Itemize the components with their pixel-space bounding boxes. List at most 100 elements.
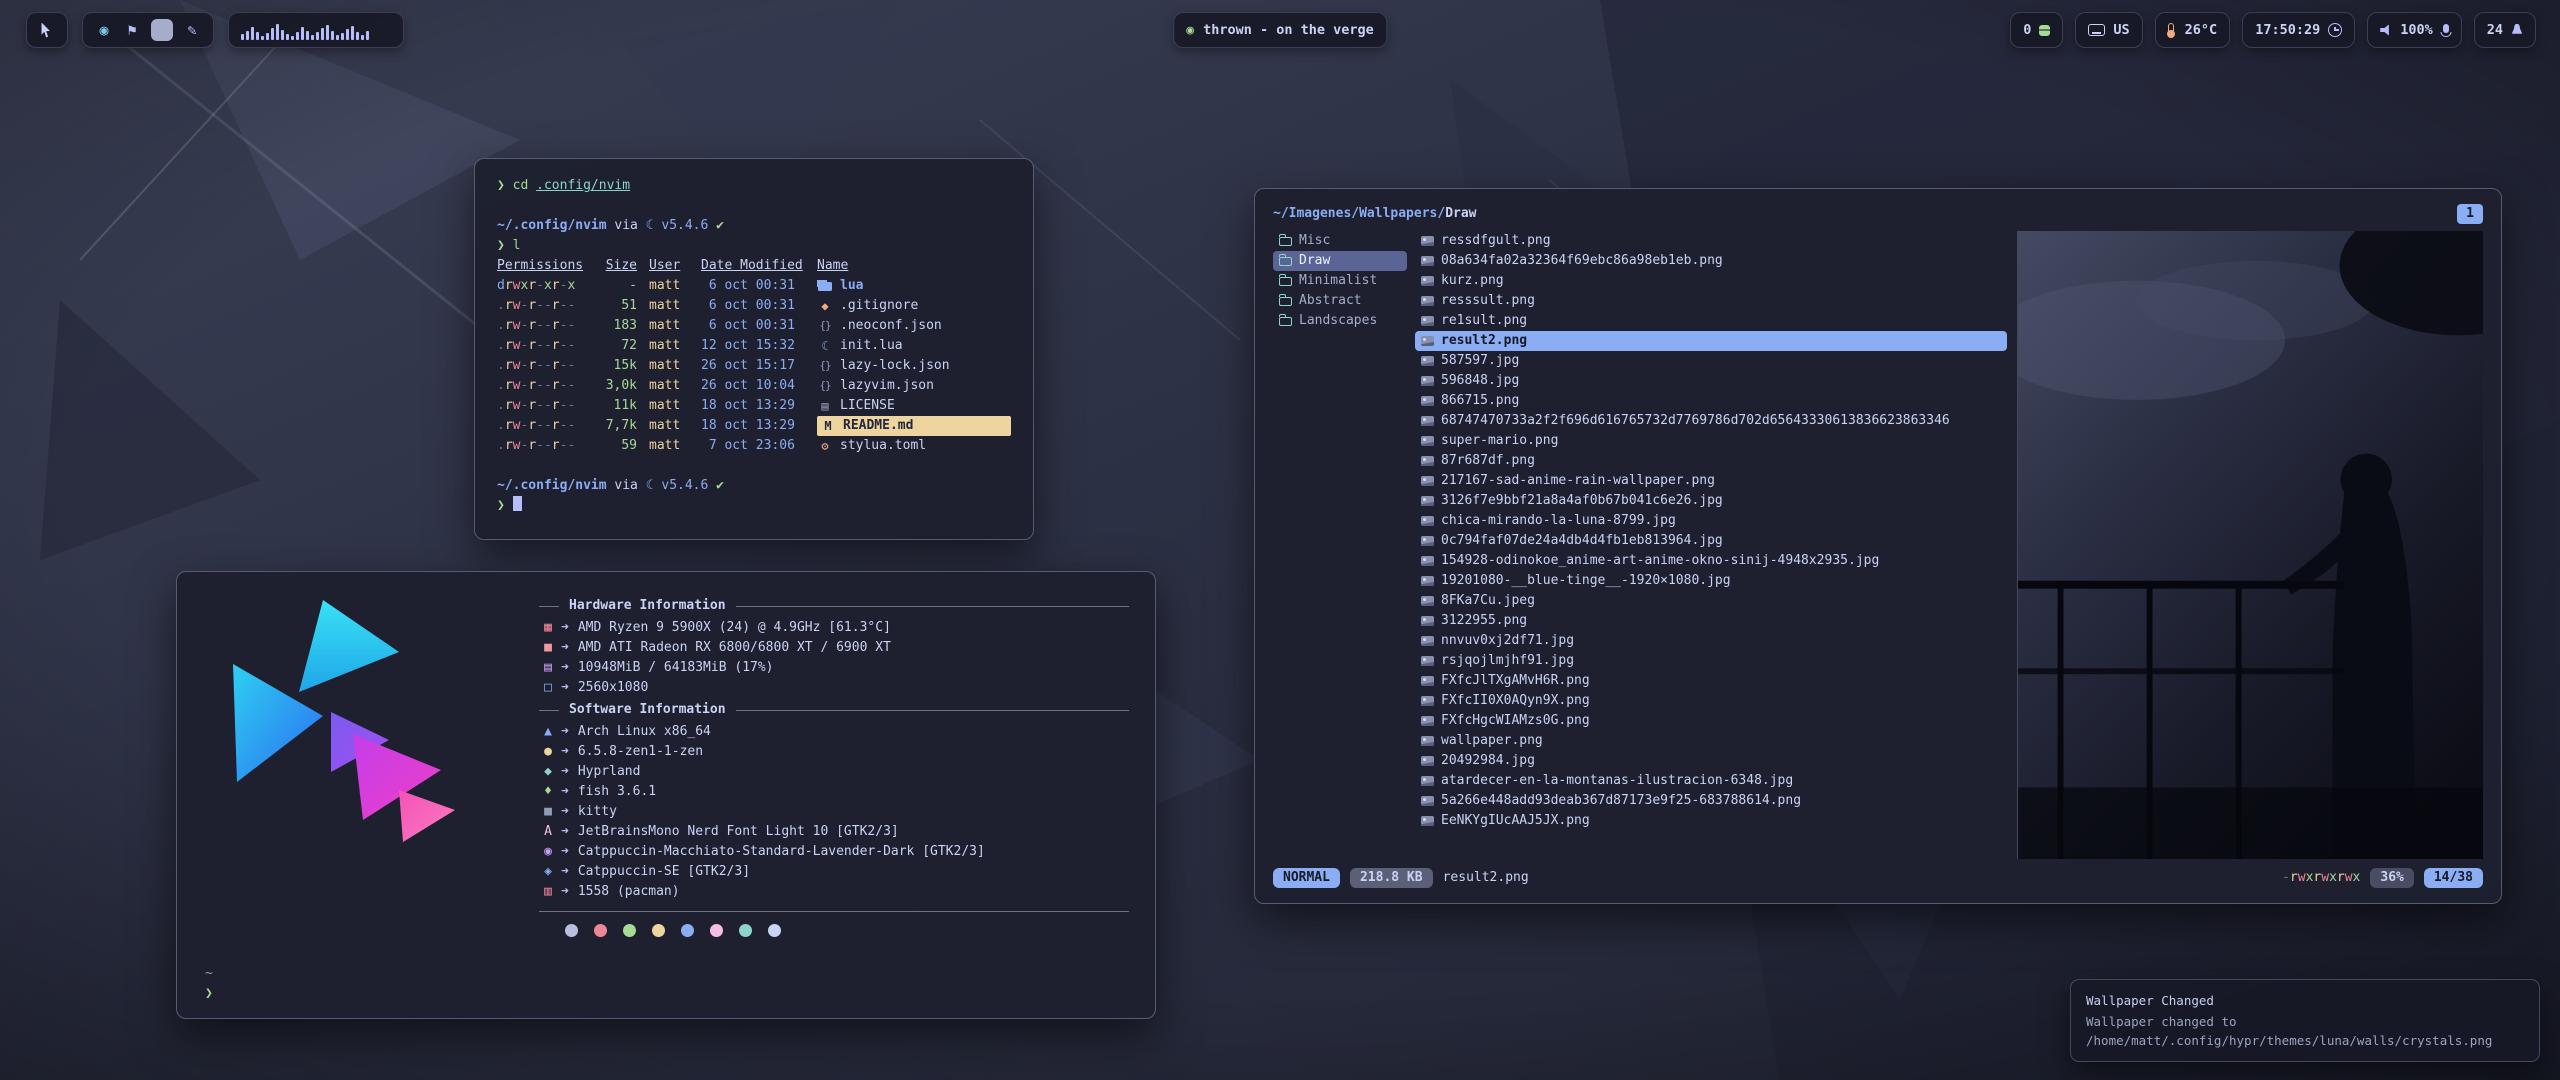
file-item[interactable]: super-mario.png xyxy=(1415,431,2007,451)
file-item[interactable]: result2.png xyxy=(1415,331,2007,351)
file-permissions: .rw-r--r-- xyxy=(497,336,585,356)
directory-item[interactable]: Misc xyxy=(1273,231,1407,251)
file-date: 18 oct 13:29 xyxy=(701,396,805,416)
file-name: 5a266e448add93deab367d87173e9f25-6837886… xyxy=(1441,791,1801,811)
file-item[interactable]: FXfcJlTXgAMvH6R.png xyxy=(1415,671,2007,691)
directory-item[interactable]: Minimalist xyxy=(1273,271,1407,291)
clock-icon xyxy=(2328,23,2342,37)
file-item[interactable]: ressdfgult.png xyxy=(1415,231,2007,251)
fetch-terminal-window[interactable]: Hardware Information ▦ ➜ AMD Ryzen 9 590… xyxy=(176,571,1156,1019)
file-size: 59 xyxy=(597,436,637,456)
fetch-shell-prompt[interactable]: ~ ❯ xyxy=(205,964,213,1004)
app-launcher-button[interactable] xyxy=(26,12,68,48)
notifications-module[interactable]: 24 xyxy=(2474,12,2536,48)
arrow-icon: ➜ xyxy=(561,842,569,862)
file-item[interactable]: 0c794faf07de24a4db4d4fb1eb813964.jpg xyxy=(1415,531,2007,551)
media-icon: ◉ xyxy=(1186,23,1194,38)
file-item[interactable]: 87r687df.png xyxy=(1415,451,2007,471)
file-name: kurz.png xyxy=(1441,271,1504,291)
palette-dot xyxy=(739,924,752,937)
visualizer-bar xyxy=(341,33,344,40)
prompt-symbol: ❯ xyxy=(497,178,505,193)
media-player-pill[interactable]: ◉ thrown - on the verge xyxy=(1173,12,1387,48)
volume-module[interactable]: 100% xyxy=(2367,12,2462,48)
file-name: nnvuv0xj2df71.jpg xyxy=(1441,631,1574,651)
temperature-module[interactable]: 26°C xyxy=(2155,12,2231,48)
file-item[interactable]: 587597.jpg xyxy=(1415,351,2007,371)
file-item[interactable]: 5a266e448add93deab367d87173e9f25-6837886… xyxy=(1415,791,2007,811)
file-type-icon xyxy=(817,438,833,454)
file-item[interactable]: 217167-sad-anime-rain-wallpaper.png xyxy=(1415,471,2007,491)
file-name: 68747470733a2f2f696d616765732d7769786d70… xyxy=(1441,411,1950,431)
visualizer-bar xyxy=(321,28,324,40)
file-type-icon xyxy=(817,398,833,414)
file-name: 08a634fa02a32364f69ebc86a98eb1eb.png xyxy=(1441,251,1723,271)
file-manager-window[interactable]: ~/Imagenes/Wallpapers/Draw 1 Misc Draw M… xyxy=(1254,188,2502,904)
notification-popup[interactable]: Wallpaper Changed Wallpaper changed to /… xyxy=(2070,979,2540,1062)
file-item[interactable]: wallpaper.png xyxy=(1415,731,2007,751)
clock-module[interactable]: 17:50:29 xyxy=(2242,12,2355,48)
tab-badge[interactable]: 1 xyxy=(2457,204,2483,224)
file-name: EeNKYgIUcAAJ5JX.png xyxy=(1441,811,1590,831)
file-item[interactable]: EeNKYgIUcAAJ5JX.png xyxy=(1415,811,2007,831)
workspace-indicator[interactable]: ⚑ xyxy=(123,19,141,41)
audio-visualizer[interactable] xyxy=(228,12,404,48)
file-item[interactable]: 3122955.png xyxy=(1415,611,2007,631)
info-line: ♦ ➜ fish 3.6.1 xyxy=(539,782,1129,802)
file-item[interactable]: atardecer-en-la-montanas-ilustracion-634… xyxy=(1415,771,2007,791)
file-item[interactable]: 154928-odinokoe_anime-art-anime-okno-sin… xyxy=(1415,551,2007,571)
image-preview-pane xyxy=(2017,231,2483,859)
file-item[interactable]: resssult.png xyxy=(1415,291,2007,311)
image-file-icon xyxy=(1421,696,1434,706)
lua-icon: ☾ xyxy=(646,218,654,233)
file-name: wallpaper.png xyxy=(1441,731,1543,751)
workspace-indicator[interactable] xyxy=(151,19,173,41)
file-name: init.lua xyxy=(840,336,903,356)
info-line: ▤ ➜ 10948MiB / 64183MiB (17%) xyxy=(539,658,1129,678)
terminal-window[interactable]: ❯ cd .config/nvim ~/.config/nvim via ☾ v… xyxy=(474,158,1034,540)
directory-item[interactable]: Draw xyxy=(1273,251,1407,271)
directory-name: Draw xyxy=(1299,251,1330,271)
section-title: Hardware Information xyxy=(569,596,726,616)
file-type-icon xyxy=(817,298,833,314)
file-name-cell: .gitignore xyxy=(817,296,1011,316)
info-line-icon: A xyxy=(539,822,557,842)
workspace-indicator[interactable]: ◉ xyxy=(95,19,113,41)
info-line-value: kitty xyxy=(578,802,617,822)
file-name: 596848.jpg xyxy=(1441,371,1519,391)
info-line-value: 2560x1080 xyxy=(578,678,648,698)
section-rule xyxy=(539,911,1129,912)
terminal-input-line[interactable]: ❯ xyxy=(497,496,1011,516)
file-item[interactable]: FXfcHgcWIAMzs0G.png xyxy=(1415,711,2007,731)
file-item[interactable]: 20492984.jpg xyxy=(1415,751,2007,771)
directory-item[interactable]: Landscapes xyxy=(1273,311,1407,331)
file-item[interactable]: 596848.jpg xyxy=(1415,371,2007,391)
file-item[interactable]: 68747470733a2f2f696d616765732d7769786d70… xyxy=(1415,411,2007,431)
workspace-indicator[interactable]: ✎ xyxy=(183,19,201,41)
file-item[interactable]: 08a634fa02a32364f69ebc86a98eb1eb.png xyxy=(1415,251,2007,271)
keyboard-layout-module[interactable]: US xyxy=(2075,12,2142,48)
updates-module[interactable]: 0 xyxy=(2010,12,2063,48)
visualizer-bar xyxy=(336,35,339,40)
visualizer-bar xyxy=(311,35,314,40)
palette-dot xyxy=(710,924,723,937)
notification-title: Wallpaper Changed xyxy=(2086,991,2524,1010)
file-item[interactable]: 19201080-__blue-tinge__-1920×1080.jpg xyxy=(1415,571,2007,591)
file-permissions: .rw-r--r-- xyxy=(497,436,585,456)
info-line: ▦ ➜ AMD Ryzen 9 5900X (24) @ 4.9GHz [61.… xyxy=(539,618,1129,638)
file-item[interactable]: re1sult.png xyxy=(1415,311,2007,331)
file-item[interactable]: FXfcII0X0AQyn9X.png xyxy=(1415,691,2007,711)
arrow-icon: ➜ xyxy=(561,618,569,638)
directory-item[interactable]: Abstract xyxy=(1273,291,1407,311)
file-item[interactable]: nnvuv0xj2df71.jpg xyxy=(1415,631,2007,651)
file-item[interactable]: chica-mirando-la-luna-8799.jpg xyxy=(1415,511,2007,531)
microphone-icon xyxy=(2443,24,2449,33)
file-item[interactable]: rsjqojlmjhf91.jpg xyxy=(1415,651,2007,671)
directory-name: Abstract xyxy=(1299,291,1362,311)
file-item[interactable]: 3126f7e9bbf21a8a4af0b67b041c6e26.jpg xyxy=(1415,491,2007,511)
file-name-cell: lazyvim.json xyxy=(817,376,1011,396)
file-item[interactable]: 8FKa7Cu.jpeg xyxy=(1415,591,2007,611)
file-item[interactable]: kurz.png xyxy=(1415,271,2007,291)
file-item[interactable]: 866715.png xyxy=(1415,391,2007,411)
clock-value: 17:50:29 xyxy=(2255,22,2320,38)
